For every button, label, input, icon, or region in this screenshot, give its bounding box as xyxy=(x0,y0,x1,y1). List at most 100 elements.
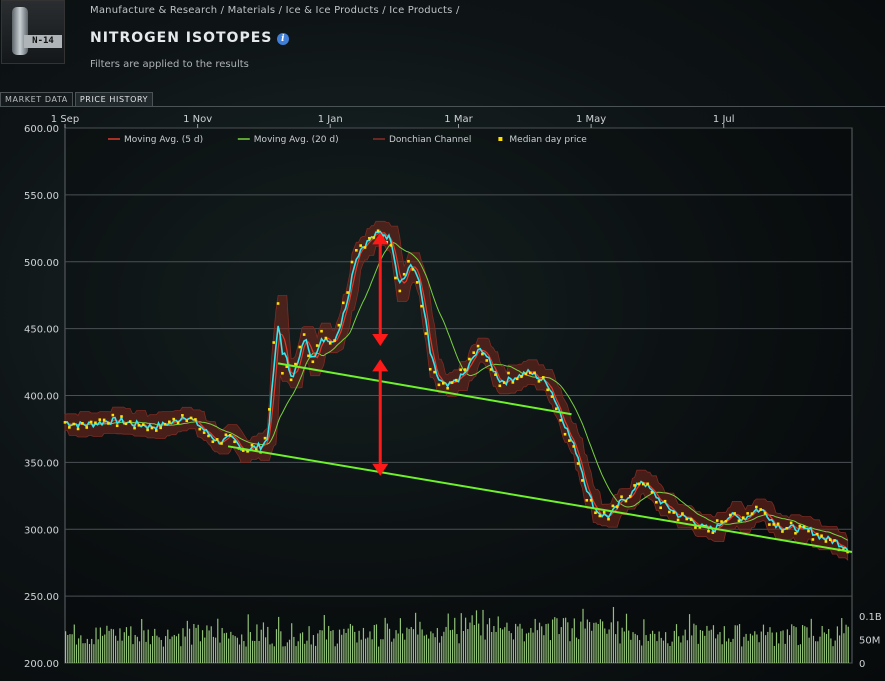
volume-bar xyxy=(675,624,678,663)
volume-bar xyxy=(704,635,706,663)
volume-bar xyxy=(593,622,595,663)
volume-bar xyxy=(308,626,310,663)
volume-bar xyxy=(434,637,436,663)
volume-bar xyxy=(567,622,569,663)
legend-label: Median day price xyxy=(509,135,587,145)
volume-bar xyxy=(445,626,447,663)
volume-bar xyxy=(728,638,730,663)
volume-bar xyxy=(286,642,288,663)
volume-bar xyxy=(234,636,236,663)
volume-bar xyxy=(345,632,347,663)
median-day-price-point xyxy=(607,517,610,521)
volume-bar xyxy=(328,625,330,663)
volume-bar xyxy=(217,618,219,663)
median-day-price-point xyxy=(498,384,502,388)
volume-bar xyxy=(784,643,786,663)
volume-tick-label: 50M xyxy=(859,636,880,647)
tab-market-data[interactable]: MARKET DATA xyxy=(0,92,73,106)
volume-bar xyxy=(730,642,732,663)
volume-bar xyxy=(369,631,371,663)
volume-bar xyxy=(430,631,432,663)
median-day-price-point xyxy=(459,368,462,372)
median-day-price-point xyxy=(602,510,606,514)
median-day-price-point xyxy=(207,434,210,438)
median-day-price-point xyxy=(211,440,215,443)
breadcrumb[interactable]: Manufacture & Research / Materials / Ice… xyxy=(90,5,460,16)
volume-bar xyxy=(138,641,141,663)
volume-bar xyxy=(317,633,319,663)
volume-bar xyxy=(467,629,469,663)
volume-bar xyxy=(456,634,458,663)
volume-bar xyxy=(206,625,208,663)
volume-bar xyxy=(236,637,238,663)
volume-bar xyxy=(480,635,482,663)
volume-bar xyxy=(134,634,136,663)
volume-bar xyxy=(508,630,510,663)
median-day-price-point xyxy=(163,422,167,426)
volume-bar xyxy=(67,634,69,663)
median-day-price-point xyxy=(511,381,515,384)
median-day-price-point xyxy=(281,371,284,375)
median-day-price-point xyxy=(68,426,71,429)
volume-bar xyxy=(97,639,99,663)
median-day-price-point xyxy=(398,289,402,293)
median-day-price-point xyxy=(772,523,776,526)
volume-bar xyxy=(819,636,821,663)
volume-bar xyxy=(832,646,834,663)
volume-bar xyxy=(751,635,754,663)
volume-bar xyxy=(360,639,362,663)
volume-bar xyxy=(110,628,112,663)
volume-bar xyxy=(710,629,712,663)
volume-bar xyxy=(193,623,195,663)
volume-bar xyxy=(154,628,156,663)
volume-bar xyxy=(815,641,817,663)
volume-bar xyxy=(845,624,847,663)
volume-bar xyxy=(793,626,795,663)
median-day-price-point xyxy=(650,491,654,494)
volume-bar xyxy=(265,637,267,663)
volume-bar xyxy=(221,627,223,663)
volume-bar xyxy=(612,606,615,663)
volume-bar xyxy=(223,633,225,663)
median-day-price-point xyxy=(533,371,536,375)
median-day-price-point xyxy=(585,498,589,502)
volume-bar xyxy=(806,627,808,663)
volume-bar xyxy=(645,635,647,663)
volume-bar xyxy=(295,646,297,663)
tab-bar: MARKET DATA PRICE HISTORY xyxy=(0,92,154,106)
volume-bar xyxy=(401,633,404,663)
volume-bar xyxy=(123,632,125,663)
median-day-price-point xyxy=(115,424,119,428)
volume-bar xyxy=(804,626,806,663)
volume-bar xyxy=(269,644,271,663)
median-day-price-point xyxy=(576,462,580,465)
volume-bar xyxy=(825,633,828,663)
volume-bar xyxy=(830,638,832,663)
volume-bar xyxy=(719,632,721,663)
volume-bar xyxy=(484,639,486,663)
volume-bar xyxy=(695,625,697,663)
volume-bar xyxy=(543,635,545,663)
median-day-price-point xyxy=(133,426,136,430)
volume-bar xyxy=(228,638,230,663)
volume-bar xyxy=(771,632,773,663)
volume-bar xyxy=(82,643,84,663)
volume-bar xyxy=(141,618,143,663)
price-history-chart[interactable]: 600.00 550.00 500.00 450.00 400.00 350.00 300.… xyxy=(0,107,885,681)
item-icon[interactable]: N-14 xyxy=(1,0,65,64)
median-day-price-point xyxy=(107,422,110,425)
volume-bar xyxy=(91,638,93,663)
volume-bar xyxy=(591,630,593,663)
volume-bar xyxy=(754,631,756,663)
volume-bar xyxy=(373,625,375,663)
info-icon[interactable]: i xyxy=(277,33,290,45)
volume-bar xyxy=(610,622,612,663)
volume-bar xyxy=(108,630,110,663)
volume-bar xyxy=(743,636,745,663)
volume-bar xyxy=(423,635,425,663)
median-day-price-point xyxy=(81,422,84,425)
volume-bar xyxy=(438,642,441,663)
volume-bar xyxy=(654,633,656,663)
tab-price-history[interactable]: PRICE HISTORY xyxy=(74,92,154,106)
median-day-price-point xyxy=(289,378,293,382)
